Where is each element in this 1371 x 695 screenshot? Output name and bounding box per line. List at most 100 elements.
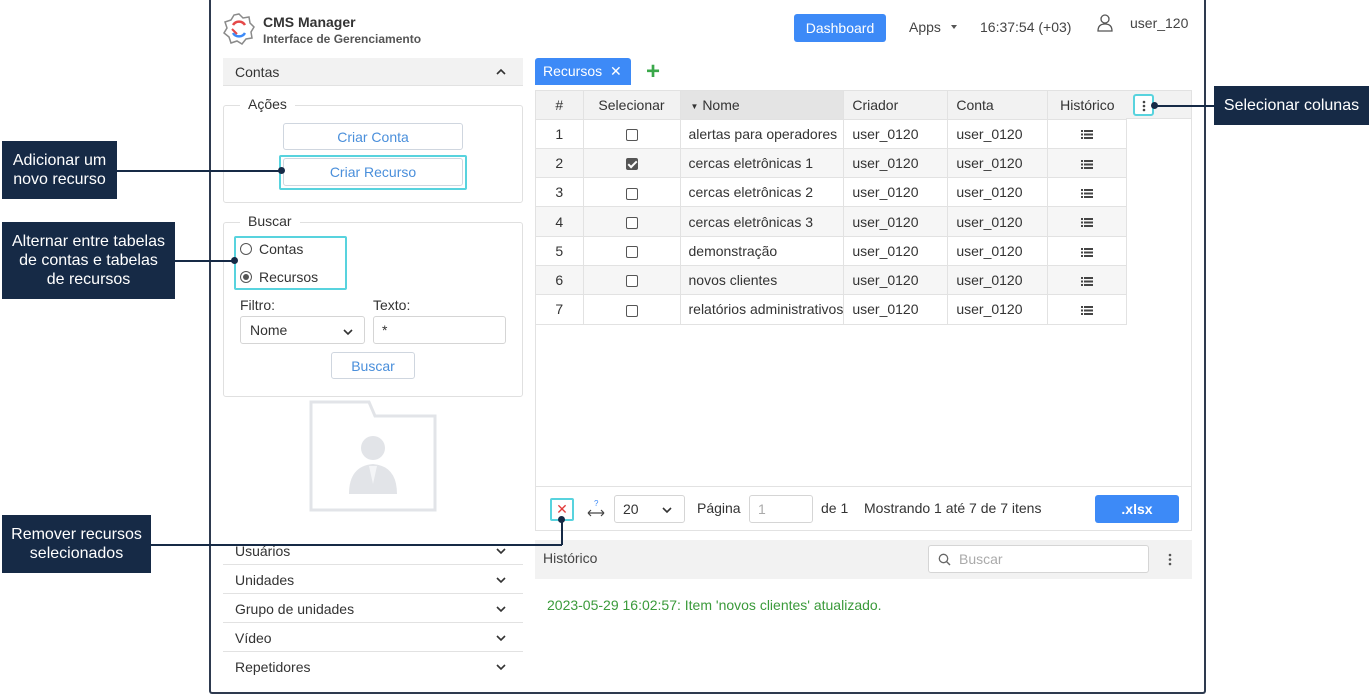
row-checkbox[interactable] — [625, 275, 638, 288]
radio-contas[interactable] — [240, 243, 252, 255]
row-history-cell — [1047, 236, 1128, 266]
section-unidades-header[interactable]: Unidades — [223, 566, 523, 594]
callout-dot — [558, 516, 565, 523]
row-nome[interactable]: alertas para operadores — [680, 119, 845, 149]
row-checkbox[interactable] — [625, 216, 638, 229]
buscar-button[interactable]: Buscar — [331, 352, 415, 379]
column-width-icon[interactable]: ? — [586, 499, 606, 519]
dashboard-button[interactable]: Dashboard — [794, 14, 886, 42]
radio-contas-label[interactable]: Contas — [259, 241, 303, 257]
page-size-select[interactable]: 20 — [614, 495, 685, 523]
chevron-down-icon — [496, 577, 506, 584]
table-row[interactable]: 6 novos clientes user_0120 user_0120 — [536, 265, 1128, 296]
filtro-label: Filtro: — [240, 297, 275, 313]
list-icon[interactable] — [1081, 130, 1094, 140]
section-grupo-unidades-header[interactable]: Grupo de unidades — [223, 595, 523, 623]
callout-alternar-line1: Alternar entre tabelas — [12, 233, 165, 250]
export-xlsx-button[interactable]: .xlsx — [1095, 495, 1179, 523]
col-header-conta[interactable]: Conta — [947, 91, 1049, 120]
row-checkbox[interactable] — [625, 128, 638, 141]
tab-recursos[interactable]: Recursos ✕ — [535, 58, 631, 85]
apps-menu[interactable]: Apps — [909, 19, 941, 35]
filtro-select[interactable]: Nome — [240, 316, 365, 344]
radio-recursos[interactable] — [240, 271, 252, 283]
list-icon[interactable] — [1081, 189, 1094, 199]
acoes-legend: Ações — [240, 96, 295, 112]
callout-remover-recursos: Remover recursos selecionados — [2, 515, 151, 573]
criar-conta-button[interactable]: Criar Conta — [283, 123, 463, 150]
col-header-nome[interactable]: ▼ Nome — [680, 91, 845, 120]
row-checkbox[interactable] — [625, 304, 638, 317]
row-criador: user_0120 — [843, 294, 949, 325]
callout-adicionar-recurso: Adicionar um novo recurso — [2, 141, 117, 199]
row-nome[interactable]: cercas eletrônicas 2 — [680, 177, 845, 208]
add-tab-button[interactable]: + — [646, 58, 660, 86]
list-icon[interactable] — [1081, 306, 1094, 316]
row-checkbox[interactable] — [625, 158, 638, 171]
search-icon — [938, 553, 951, 566]
history-search-input[interactable]: Buscar — [928, 545, 1149, 573]
row-select-cell — [583, 119, 681, 149]
col-header-criador[interactable]: Criador — [843, 91, 949, 120]
table-row[interactable]: 5 demonstração user_0120 user_0120 — [536, 236, 1128, 266]
row-criador: user_0120 — [843, 119, 949, 149]
col-header-historico[interactable]: Histórico — [1047, 91, 1128, 120]
radio-recursos-label[interactable]: Recursos — [259, 269, 318, 285]
table-row[interactable]: 7 relatórios administrativos user_0120 u… — [536, 294, 1128, 325]
clock: 16:37:54 (+03) — [980, 19, 1072, 35]
row-num: 5 — [536, 236, 584, 266]
list-icon[interactable] — [1081, 276, 1094, 286]
callout-remover-line1: Remover recursos — [11, 526, 142, 543]
more-vertical-icon — [1142, 100, 1146, 112]
user-icon[interactable] — [1097, 13, 1113, 33]
row-checkbox[interactable] — [625, 187, 638, 200]
col-header-num[interactable]: # — [536, 91, 584, 120]
texto-input-value: * — [382, 322, 388, 338]
row-criador: user_0120 — [843, 265, 949, 296]
chevron-down-icon — [496, 548, 506, 555]
col-header-selecionar[interactable]: Selecionar — [583, 91, 681, 120]
table-row[interactable]: 1 alertas para operadores user_0120 user… — [536, 119, 1128, 149]
row-nome[interactable]: novos clientes — [680, 265, 845, 296]
section-usuarios-header[interactable]: Usuários — [223, 537, 523, 565]
svg-text:?: ? — [594, 499, 599, 508]
page-size-value: 20 — [623, 501, 639, 517]
page-input[interactable]: 1 — [749, 495, 813, 523]
section-repetidores-header[interactable]: Repetidores — [223, 653, 523, 681]
section-contas-label: Contas — [235, 64, 280, 80]
close-icon[interactable]: ✕ — [610, 63, 622, 80]
row-criador: user_0120 — [843, 148, 949, 179]
row-num: 1 — [536, 119, 584, 149]
row-nome[interactable]: demonstração — [680, 236, 845, 266]
criar-recurso-button[interactable]: Criar Recurso — [283, 158, 463, 186]
row-conta: user_0120 — [947, 294, 1049, 325]
list-icon[interactable] — [1081, 159, 1094, 169]
col-header-nome-label: Nome — [702, 96, 740, 113]
app-subtitle: Interface de Gerenciamento — [263, 32, 422, 46]
callout-adicionar-line1: Adicionar um — [12, 152, 107, 169]
more-vertical-icon[interactable] — [1168, 553, 1172, 566]
row-nome[interactable]: cercas eletrônicas 3 — [680, 206, 845, 237]
texto-input[interactable]: * — [373, 316, 506, 344]
row-nome[interactable]: relatórios administrativos — [680, 294, 845, 325]
username[interactable]: user_120 — [1130, 15, 1188, 31]
chevron-down-icon — [662, 507, 672, 514]
row-select-cell — [583, 294, 681, 325]
table-header-row: # Selecionar ▼ Nome Criador Conta Histór… — [536, 91, 1128, 120]
row-checkbox[interactable] — [625, 246, 638, 259]
callout-line — [561, 521, 563, 545]
texto-label: Texto: — [373, 297, 411, 313]
list-icon[interactable] — [1081, 247, 1094, 257]
section-contas-header[interactable]: Contas — [223, 58, 523, 86]
table-row[interactable]: 4 cercas eletrônicas 3 user_0120 user_01… — [536, 206, 1128, 237]
section-video-header[interactable]: Vídeo — [223, 624, 523, 652]
caret-down-icon[interactable] — [951, 25, 957, 29]
list-icon[interactable] — [1081, 218, 1094, 228]
row-nome[interactable]: cercas eletrônicas 1 — [680, 148, 845, 179]
table-row[interactable]: 2 cercas eletrônicas 1 user_0120 user_01… — [536, 148, 1128, 179]
row-conta: user_0120 — [947, 148, 1049, 179]
callout-remover-line2: selecionados — [29, 545, 124, 562]
row-num: 3 — [536, 177, 584, 208]
history-search-placeholder: Buscar — [959, 551, 1003, 567]
table-row[interactable]: 3 cercas eletrônicas 2 user_0120 user_01… — [536, 177, 1128, 208]
